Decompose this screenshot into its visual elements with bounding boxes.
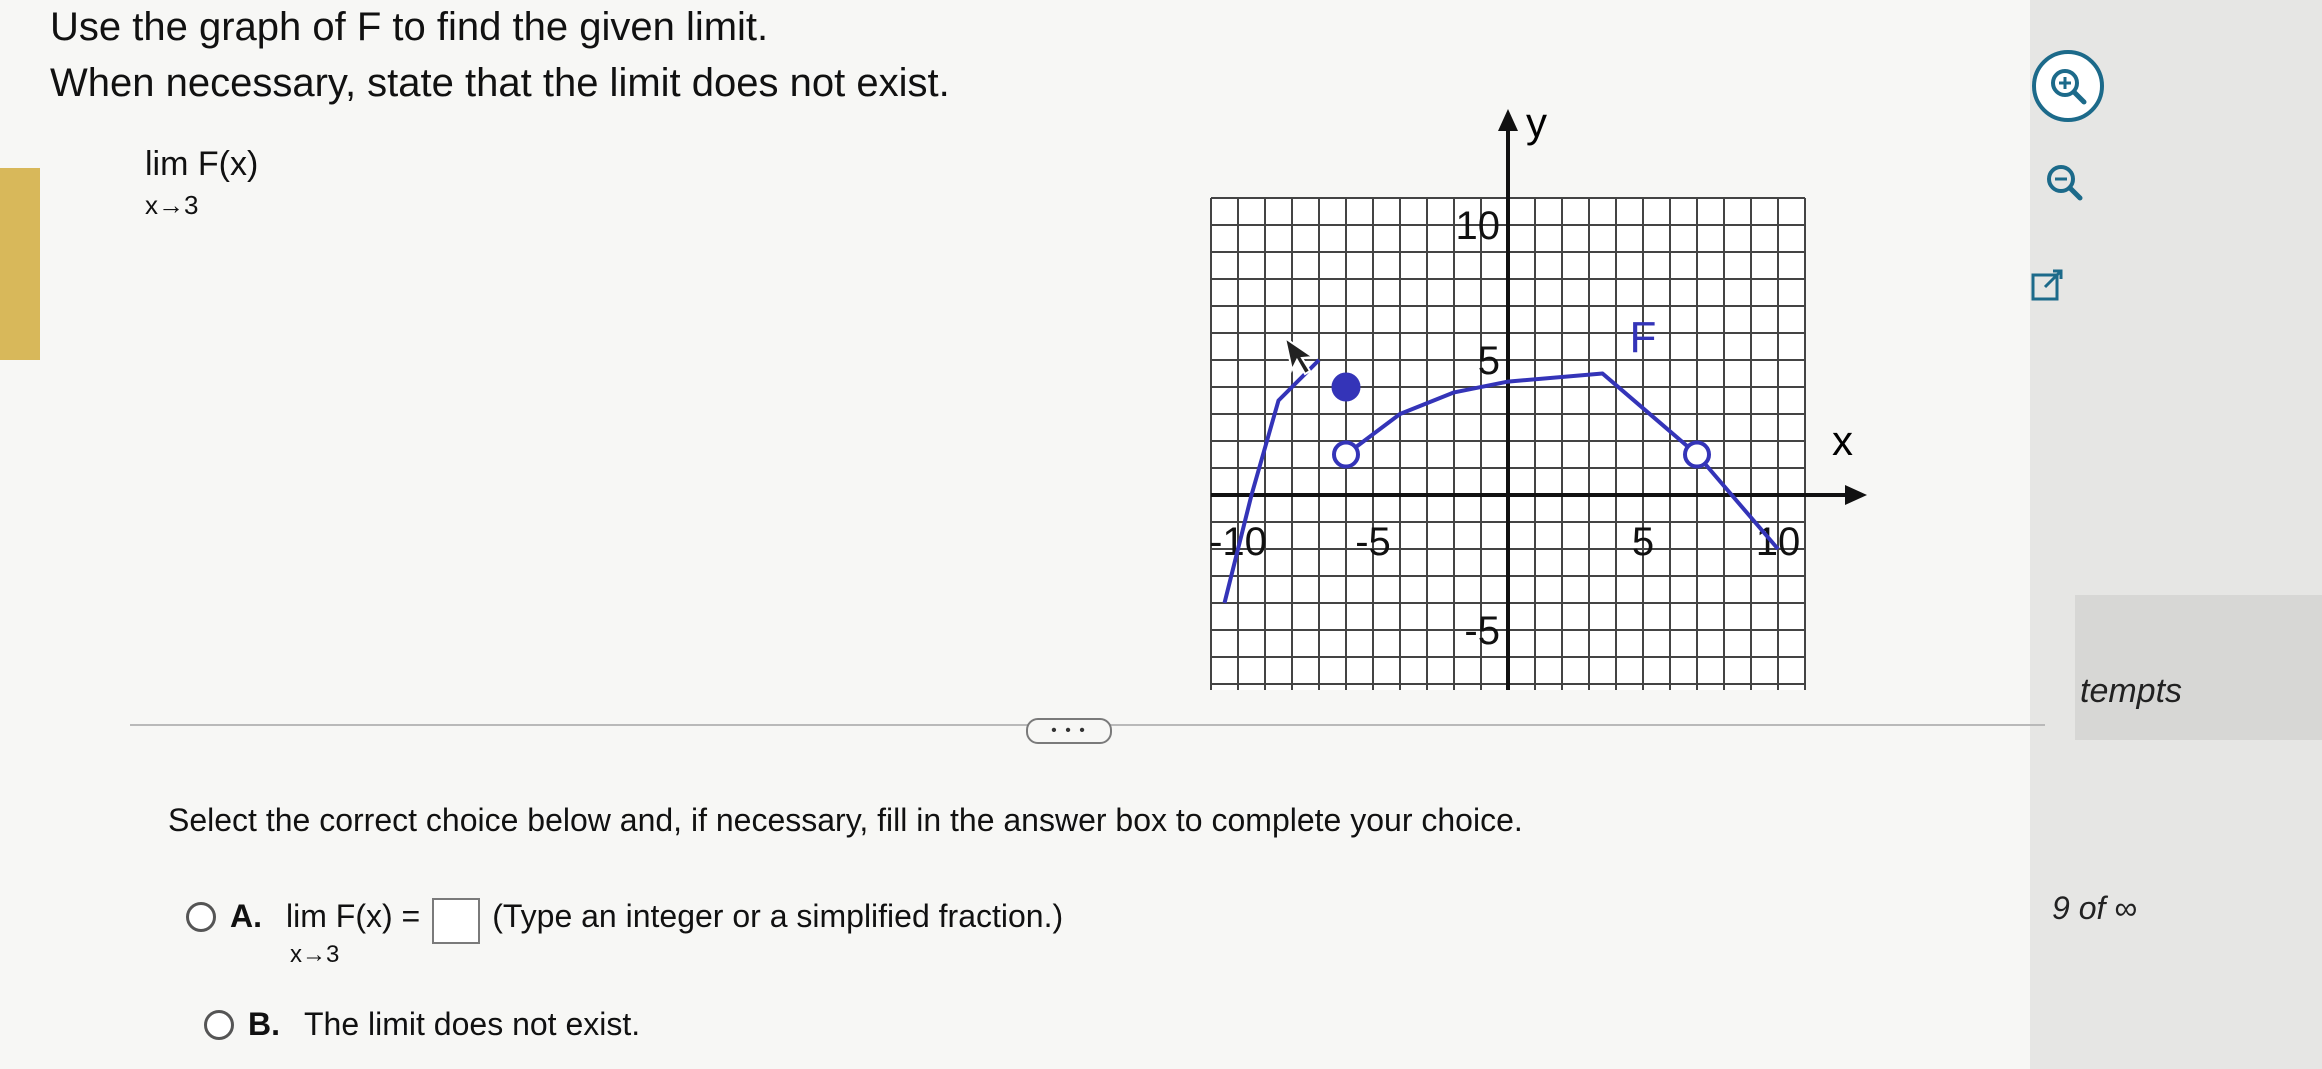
choice-a-letter: A. <box>230 898 262 934</box>
choice-a-hint: (Type an integer or a simplified fractio… <box>492 898 1064 934</box>
y-tick-label: 10 <box>1456 204 1501 248</box>
attempts-label: tempts <box>2080 672 2183 710</box>
choice-a-radio[interactable] <box>186 902 216 932</box>
x-tick-label: 5 <box>1632 520 1654 564</box>
x-axis-arrow <box>1845 485 1867 505</box>
x-tick-label: 10 <box>1756 520 1801 564</box>
y-tick-label: 5 <box>1478 339 1500 383</box>
choice-b-text: The limit does not exist. <box>304 1006 641 1042</box>
closed-point <box>1331 372 1361 402</box>
left-accent <box>0 168 40 360</box>
open-point <box>1683 440 1711 469</box>
y-tick-label: -5 <box>1464 609 1500 653</box>
x-tick-label: -5 <box>1355 520 1391 564</box>
choice-a-subscript: x→3 <box>290 941 340 968</box>
limit-expression: lim F(x) x→3 <box>145 145 258 221</box>
y-axis-arrow <box>1498 109 1518 131</box>
instruction-text: Select the correct choice below and, if … <box>168 802 1523 838</box>
open-point <box>1332 440 1360 469</box>
curve-label-f: F <box>1630 313 1657 362</box>
choice-a-limit: lim F(x) = x→3 <box>286 898 420 969</box>
choice-b-radio[interactable] <box>204 1010 234 1040</box>
limit-word: lim F(x) <box>145 145 259 183</box>
function-graph: -10 -5 5 10105-5 y x F <box>1209 99 1867 690</box>
x-axis-label: x <box>1832 417 1853 464</box>
popout-button[interactable] <box>2015 253 2079 317</box>
external-link-icon <box>2031 269 2063 301</box>
question-line-1: Use the graph of F to find the given lim… <box>50 5 769 49</box>
side-band <box>2075 595 2322 740</box>
choice-b-letter: B. <box>248 1006 280 1042</box>
more-button[interactable]: • • • <box>1026 718 1112 744</box>
zoom-in-icon <box>2051 69 2087 105</box>
answer-input-box[interactable] <box>432 898 481 944</box>
choice-a-lim-text: lim F(x) = <box>286 898 421 934</box>
y-axis-label: y <box>1526 99 1547 146</box>
zoom-out-button[interactable] <box>2032 150 2096 214</box>
zoom-out-icon <box>2047 165 2083 201</box>
limit-subscript: x→3 <box>145 190 199 220</box>
zoom-in-button[interactable] <box>2032 50 2104 122</box>
question-line-2: When necessary, state that the limit doe… <box>50 61 950 105</box>
attempts-count: 9 of ∞ <box>2052 890 2138 926</box>
choice-b[interactable]: B. The limit does not exist. <box>204 1006 640 1043</box>
choice-a[interactable]: A. lim F(x) = x→3 (Type an integer or a … <box>186 898 1063 969</box>
